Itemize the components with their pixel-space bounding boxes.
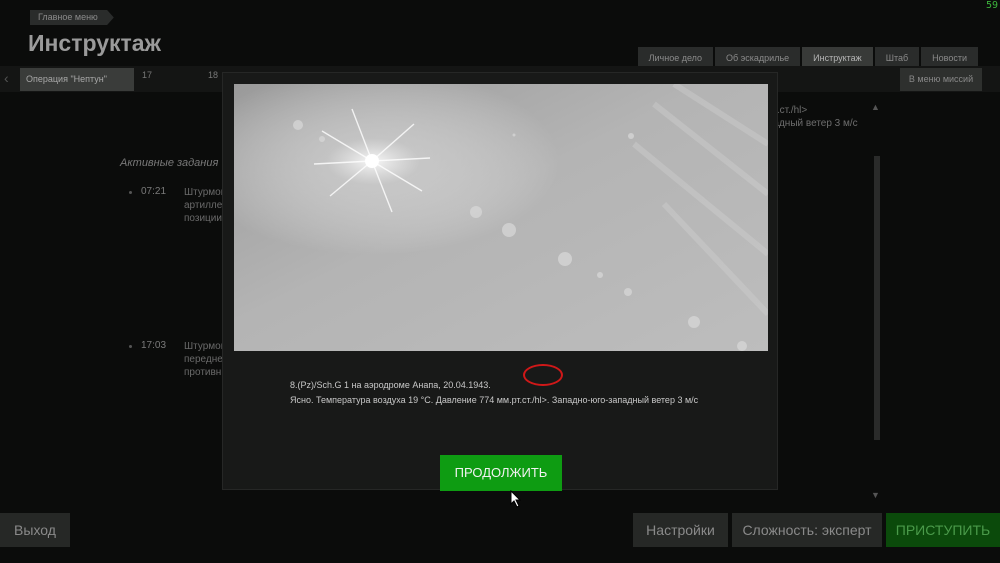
chevron-left-icon[interactable]: ‹ (4, 70, 9, 86)
start-button[interactable]: ПРИСТУПИТЬ (886, 513, 1000, 547)
timeline-date[interactable]: 17 (142, 70, 152, 80)
scrollbar-thumb[interactable] (874, 156, 880, 440)
task-text-line: Штурмов (184, 187, 224, 198)
timeline-date[interactable]: 18 (208, 70, 218, 80)
difficulty-button[interactable]: Сложность: эксперт (732, 513, 882, 547)
side-info-line: рт.ст./hl> (768, 105, 808, 116)
task-time: 07:21 (141, 186, 167, 197)
home-button[interactable]: Главное меню (30, 10, 114, 25)
settings-button[interactable]: Настройки (633, 513, 728, 547)
side-info-line: падный ветер 3 м/с (768, 118, 858, 129)
annotation-circle (523, 364, 563, 386)
operation-selector[interactable]: Операция "Нептун" (20, 68, 134, 91)
exit-button[interactable]: Выход (0, 513, 70, 547)
task-text-line: артиллер (184, 200, 224, 211)
mouse-cursor-icon (510, 489, 522, 513)
task-text-line: Штурмов (184, 341, 224, 352)
active-tasks-title: Активные задания (120, 157, 219, 169)
briefing-image (234, 84, 768, 351)
briefing-description: 8.(Pz)/Sch.G 1 на аэродроме Анапа, 20.04… (290, 378, 698, 408)
scroll-up-icon[interactable]: ▲ (871, 102, 880, 112)
missions-menu-button[interactable]: В меню миссий (900, 68, 982, 91)
briefing-modal: 8.(Pz)/Sch.G 1 на аэродроме Анапа, 20.04… (222, 72, 778, 491)
task-text-line: передне (184, 354, 223, 365)
bullet-icon (129, 191, 132, 194)
continue-button[interactable]: ПРОДОЛЖИТЬ (440, 455, 562, 491)
task-text-line: позиции (184, 213, 222, 224)
description-line-weather: Ясно. Температура воздуха 19 °C. Давлени… (290, 395, 699, 405)
side-weather-info: рт.ст./hl> падный ветер 3 м/с (768, 104, 858, 130)
page-title: Инструктаж (28, 30, 161, 56)
scroll-down-icon[interactable]: ▼ (871, 490, 880, 500)
fps-counter: 59 (985, 0, 998, 11)
task-text-line: противн (184, 367, 222, 378)
bullet-icon (129, 345, 132, 348)
description-line-location: 8.(Pz)/Sch.G 1 на аэродроме Анапа, 20.04… (290, 380, 491, 390)
task-time: 17:03 (141, 340, 167, 351)
